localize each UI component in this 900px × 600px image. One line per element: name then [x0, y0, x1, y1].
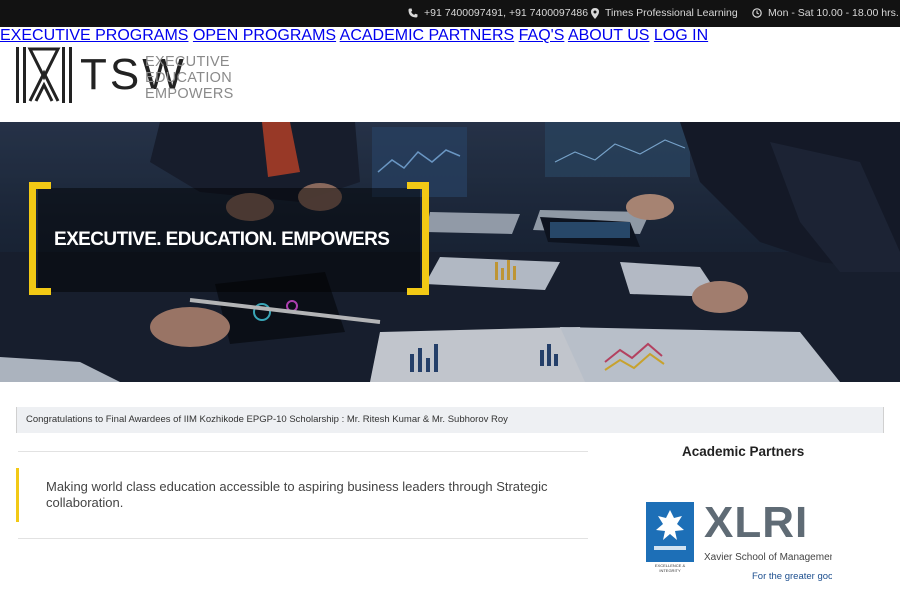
- company-info: Times Professional Learning: [591, 7, 738, 19]
- top-info-bar: +91 7400097491, +91 7400097486 Times Pro…: [0, 0, 900, 27]
- hero-title: EXECUTIVE. EDUCATION. EMPOWERS: [54, 229, 390, 250]
- xlri-motto: For the greater good: [752, 571, 832, 582]
- hours-info: Mon - Sat 10.00 - 18.00 hrs.: [752, 7, 899, 19]
- tagline-line-2: EDUCATION: [145, 70, 233, 86]
- clock-icon: [752, 8, 762, 18]
- phone-icon: [408, 8, 418, 18]
- xlri-letters: XLRI: [704, 502, 809, 547]
- hero-left-bracket: [29, 182, 51, 295]
- nav-log-in[interactable]: LOG IN: [654, 27, 708, 44]
- academic-partners-heading: Academic Partners: [682, 444, 805, 459]
- tsw-logo-mark-icon: [16, 47, 72, 103]
- xlri-seal-text: EXCELLENCE & INTEGRITY: [654, 563, 686, 573]
- nav-open-programs[interactable]: OPEN PROGRAMS: [193, 27, 336, 44]
- news-ticker-text[interactable]: Congratulations to Final Awardees of IIM…: [26, 414, 508, 425]
- site-header: TSW EXECUTIVE EDUCATION EMPOWERS EXECUTI…: [0, 27, 900, 122]
- mission-statement: Making world class education accessible …: [46, 479, 548, 510]
- tagline-line-3: EMPOWERS: [145, 86, 234, 102]
- logo-tagline: EXECUTIVE EDUCATION EMPOWERS: [145, 54, 234, 102]
- nav-about-us[interactable]: ABOUT US: [568, 27, 650, 44]
- xlri-partner-logo[interactable]: EXCELLENCE & INTEGRITY XLRI Xavier Schoo…: [646, 502, 832, 584]
- xlri-seal-icon: [646, 502, 694, 562]
- hero-right-bracket: [407, 182, 429, 295]
- content-divider-top: [18, 451, 588, 452]
- main-nav: EXECUTIVE PROGRAMS OPEN PROGRAMS ACADEMI…: [0, 27, 900, 45]
- nav-executive-programs[interactable]: EXECUTIVE PROGRAMS: [0, 27, 188, 44]
- location-pin-icon: [591, 7, 599, 19]
- nav-academic-partners[interactable]: ACADEMIC PARTNERS: [340, 27, 515, 44]
- tagline-line-1: EXECUTIVE: [145, 54, 230, 70]
- phone-info: +91 7400097491, +91 7400097486: [408, 7, 588, 19]
- office-hours: Mon - Sat 10.00 - 18.00 hrs.: [768, 7, 899, 19]
- nav-faqs[interactable]: FAQ'S: [519, 27, 565, 44]
- hero-banner: [0, 122, 900, 382]
- phone-numbers: +91 7400097491, +91 7400097486: [424, 7, 589, 19]
- company-name: Times Professional Learning: [605, 7, 738, 19]
- news-ticker[interactable]: Congratulations to Final Awardees of IIM…: [16, 407, 884, 433]
- xlri-subtitle: Xavier School of Management: [704, 552, 832, 563]
- mission-accent-bar: [16, 468, 19, 522]
- content-divider-bottom: [18, 538, 588, 539]
